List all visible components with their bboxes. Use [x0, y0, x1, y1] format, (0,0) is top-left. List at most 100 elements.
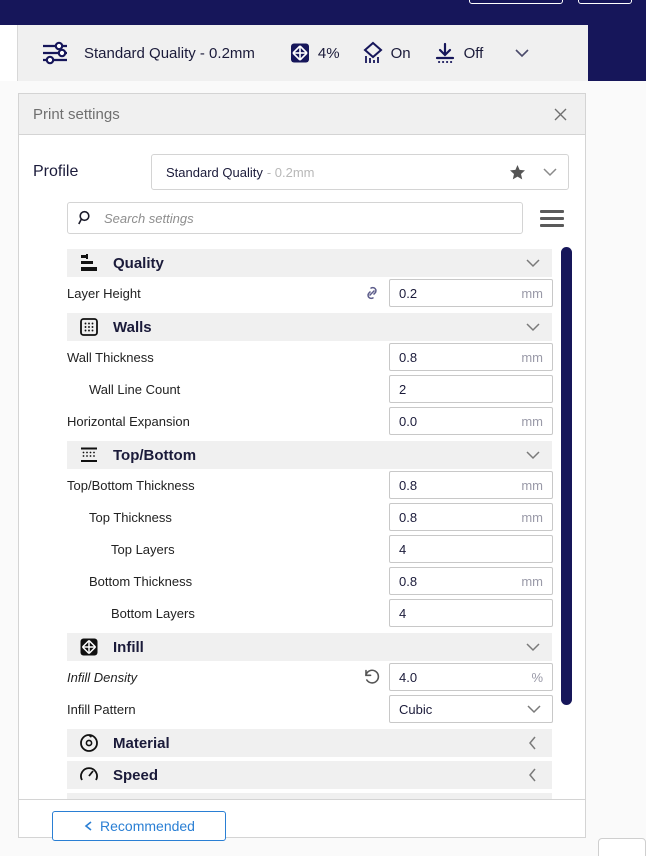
setting-value-input[interactable]: 4	[389, 535, 553, 563]
search-icon	[78, 210, 94, 226]
setting-row: Layer Height 0.2 mm	[19, 277, 553, 309]
section-title: Infill	[113, 638, 144, 656]
settings-section-infill[interactable]: Infill	[67, 633, 552, 661]
settings-scrollbar[interactable]	[561, 245, 573, 819]
setting-row: Bottom Thickness 0.8 mm	[19, 565, 553, 597]
setting-value-input[interactable]: 0.2 mm	[389, 279, 553, 307]
setting-value: 2	[399, 381, 407, 397]
chevron-left-icon	[83, 820, 94, 832]
setting-value: 4	[399, 541, 407, 557]
setting-value-select[interactable]: Cubic	[389, 695, 553, 723]
link-icon[interactable]	[361, 283, 383, 303]
settings-section-walls[interactable]: Walls	[67, 313, 552, 341]
revert-icon[interactable]	[361, 667, 383, 687]
setting-label: Layer Height	[67, 285, 141, 301]
setting-label: Top Thickness	[89, 509, 172, 525]
profile-row: Profile Standard Quality - 0.2mm	[19, 135, 585, 202]
profile-selected-name: Standard Quality	[166, 164, 263, 180]
setting-row: Top Thickness 0.8 mm	[19, 501, 553, 533]
print-setup-stats: 4% On Off	[289, 41, 531, 65]
infill-icon	[289, 42, 311, 64]
setting-value-input[interactable]: 0.8 mm	[389, 503, 553, 531]
speed-icon	[77, 764, 101, 786]
setting-unit: mm	[521, 285, 543, 301]
chevron-down-icon[interactable]	[525, 700, 543, 718]
chevron-down-icon[interactable]	[542, 167, 558, 177]
stat-infill[interactable]: 4%	[289, 42, 340, 64]
setting-label: Top/Bottom Thickness	[67, 477, 195, 493]
search-row	[19, 202, 585, 234]
setting-value-input[interactable]: 0.8 mm	[389, 343, 553, 371]
setting-value-input[interactable]: 2	[389, 375, 553, 403]
setting-value: 0.8	[399, 573, 418, 589]
setting-row: Wall Line Count 2	[19, 373, 553, 405]
setting-value-input[interactable]: 4	[389, 599, 553, 627]
chevron-left-icon[interactable]	[524, 766, 542, 784]
infill-icon	[77, 636, 101, 658]
settings-section-material[interactable]: Material	[67, 729, 552, 757]
search-input[interactable]	[104, 210, 512, 226]
profile-selector[interactable]: Standard Quality - 0.2mm	[151, 154, 569, 190]
chevron-down-icon[interactable]	[524, 638, 542, 656]
setting-value: Cubic	[399, 701, 433, 717]
setting-row: Infill Pattern Cubic	[19, 693, 553, 725]
corner-widget[interactable]	[598, 838, 646, 856]
left-gutter	[0, 25, 18, 81]
setting-value: 0.2	[399, 285, 418, 301]
setting-label: Wall Thickness	[67, 349, 154, 365]
setting-unit: mm	[521, 413, 543, 429]
recommended-mode-button[interactable]: Recommended	[52, 811, 226, 841]
chevron-down-icon[interactable]	[524, 446, 542, 464]
setting-value-input[interactable]: 0.8 mm	[389, 471, 553, 499]
hamburger-icon[interactable]	[535, 202, 569, 234]
material-icon	[77, 732, 101, 754]
settings-section-speed[interactable]: Speed	[67, 761, 552, 789]
support-icon	[362, 41, 384, 65]
recommended-mode-label: Recommended	[100, 818, 195, 834]
setting-unit: %	[531, 669, 543, 685]
setting-value: 0.8	[399, 349, 418, 365]
settings-list-content: Quality Layer Height 0.2 mm Walls Wall Thickn…	[19, 249, 553, 819]
settings-section-quality[interactable]: Quality	[67, 249, 552, 277]
stat-adhesion[interactable]: Off	[433, 41, 483, 65]
print-setup-profile: Standard Quality - 0.2mm	[40, 40, 255, 66]
toolbar-button-2[interactable]	[578, 0, 632, 4]
setting-label: Bottom Thickness	[89, 573, 193, 589]
sliders-icon	[40, 40, 70, 66]
right-background-fill	[588, 25, 646, 81]
setting-value: 4	[399, 605, 407, 621]
application-top-bar	[0, 0, 646, 25]
setting-label: Top Layers	[111, 541, 175, 557]
setting-value-input[interactable]: 4.0%	[389, 663, 553, 691]
setting-label: Wall Line Count	[89, 381, 181, 397]
chevron-down-icon[interactable]	[524, 254, 542, 272]
chevron-down-icon[interactable]	[513, 47, 531, 59]
setting-row: Infill Density 4.0%	[19, 661, 553, 693]
setting-unit: mm	[521, 349, 543, 365]
setting-value-input[interactable]: 0.0 mm	[389, 407, 553, 435]
app-root: Standard Quality - 0.2mm 4% On Off Print…	[0, 0, 646, 856]
section-title: Walls	[113, 318, 152, 336]
setting-row: Top/Bottom Thickness 0.8 mm	[19, 469, 553, 501]
setting-row: Top Layers 4	[19, 533, 553, 565]
setting-unit: mm	[521, 509, 543, 525]
setting-label: Bottom Layers	[111, 605, 195, 621]
setting-value: 4.0	[399, 669, 418, 685]
top-bottom-icon	[77, 444, 101, 466]
setting-unit: mm	[521, 573, 543, 589]
walls-icon	[77, 316, 101, 338]
setting-unit: mm	[521, 477, 543, 493]
scrollbar-thumb[interactable]	[561, 247, 572, 705]
search-box[interactable]	[67, 202, 523, 234]
close-icon[interactable]	[549, 103, 571, 125]
star-icon[interactable]	[509, 164, 526, 181]
toolbar-button-1[interactable]	[469, 0, 563, 4]
setting-value-input[interactable]: 0.8 mm	[389, 567, 553, 595]
chevron-left-icon[interactable]	[524, 734, 542, 752]
adhesion-icon	[433, 41, 457, 65]
chevron-down-icon[interactable]	[524, 318, 542, 336]
stat-support[interactable]: On	[362, 41, 411, 65]
print-setup-selector-bar[interactable]: Standard Quality - 0.2mm 4% On Off	[18, 25, 588, 81]
print-settings-panel: Print settings Profile Standard Quality …	[18, 93, 586, 841]
settings-section-top-bottom[interactable]: Top/Bottom	[67, 441, 552, 469]
